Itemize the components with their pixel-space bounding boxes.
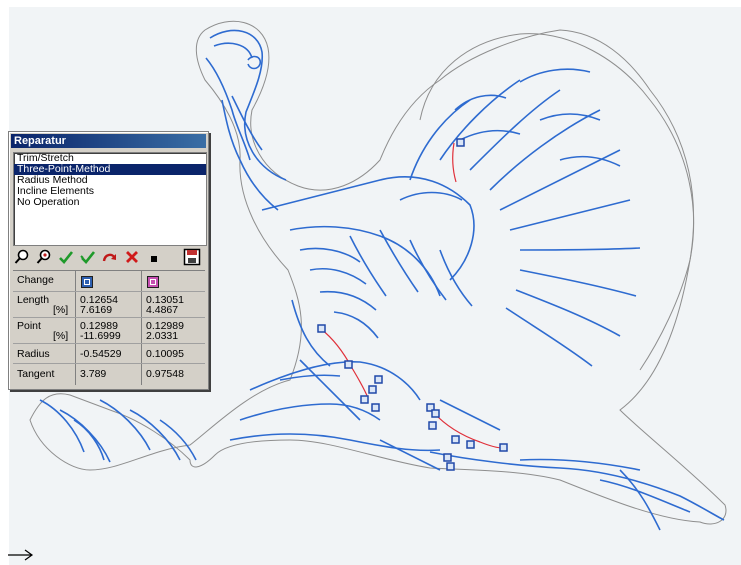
window-title[interactable]: Reparatur xyxy=(11,134,206,148)
length-row: Length [%] 0.12654 7.6169 0.13051 4.4867 xyxy=(13,293,205,318)
radius-col2: 0.10095 xyxy=(146,348,184,360)
element-1-color-swatch[interactable] xyxy=(81,276,93,288)
reparatur-window[interactable]: Reparatur Trim/Stretch Three-Point-Metho… xyxy=(8,131,209,390)
operation-list[interactable]: Trim/Stretch Three-Point-Method Radius M… xyxy=(13,152,207,246)
stop-square-icon[interactable] xyxy=(145,248,163,266)
tangent-col2: 0.97548 xyxy=(146,368,184,380)
redo-arc-icon[interactable] xyxy=(101,248,119,266)
cancel-x-icon[interactable] xyxy=(123,248,141,266)
length-label: Length xyxy=(17,294,50,306)
check-green-icon[interactable] xyxy=(57,248,75,266)
radius-col1: -0.54529 xyxy=(80,348,122,360)
length-col2-pct: 4.4867 xyxy=(146,304,179,316)
point-pct-label: [%] xyxy=(53,330,69,342)
zoom-point-icon[interactable] xyxy=(35,248,53,266)
tangent-col1: 3.789 xyxy=(80,368,107,380)
zoom-icon[interactable] xyxy=(13,248,31,266)
length-pct-label: [%] xyxy=(53,304,69,316)
point-label: Point xyxy=(17,320,41,332)
op-no-operation[interactable]: No Operation xyxy=(14,197,206,208)
tangent-label: Tangent xyxy=(17,368,55,380)
point-col2-pct: 2.0331 xyxy=(146,330,179,342)
point-row: Point [%] 0.12989 -11.6999 0.12989 2.033… xyxy=(13,319,205,344)
radius-label: Radius xyxy=(17,348,50,360)
element-2-color-swatch[interactable] xyxy=(147,276,159,288)
panel-toolbar xyxy=(13,248,205,266)
radius-row: Radius -0.54529 0.10095 xyxy=(13,345,205,364)
check-double-icon[interactable] xyxy=(79,248,97,266)
tail-fan-outline xyxy=(419,33,695,371)
tangent-row: Tangent 3.789 0.97548 xyxy=(13,365,205,383)
right-arrow-icon xyxy=(8,549,34,561)
change-label: Change xyxy=(17,274,54,286)
change-row: Change xyxy=(13,271,205,292)
length-col1-pct: 7.6169 xyxy=(80,304,113,316)
point-col1-pct: -11.6999 xyxy=(80,330,121,342)
save-disk-icon[interactable] xyxy=(181,248,203,266)
parameter-table: Change Length [%] 0.12654 7.6169 0.13051… xyxy=(13,270,205,385)
